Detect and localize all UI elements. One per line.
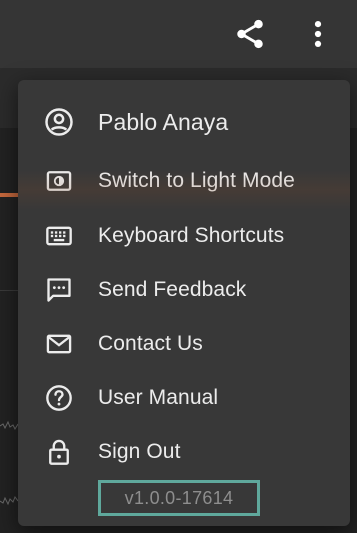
menu-item-user-manual[interactable]: User Manual [18, 372, 350, 424]
menu-item-label: Send Feedback [98, 278, 247, 301]
menu-item-switch-theme[interactable]: Switch to Light Mode [18, 155, 350, 207]
menu-item-label: Pablo Anaya [98, 108, 229, 135]
menu-item-profile[interactable]: Pablo Anaya [18, 96, 350, 148]
theme-toggle-icon [44, 166, 74, 196]
background-waveform [0, 495, 18, 506]
menu-item-send-feedback[interactable]: Send Feedback [18, 264, 350, 316]
background-accent-line [0, 193, 18, 197]
menu-item-label: User Manual [98, 386, 219, 409]
menu-item-sign-out[interactable]: Sign Out [18, 426, 350, 478]
more-vertical-icon [314, 20, 322, 48]
menu-item-contact-us[interactable]: Contact Us [18, 318, 350, 370]
app-window: Pablo Anaya Switch to Light Mode Keyboar… [0, 0, 357, 533]
help-icon [44, 383, 74, 413]
share-icon [237, 19, 263, 49]
menu-item-label: Sign Out [98, 440, 181, 463]
account-menu: Pablo Anaya Switch to Light Mode Keyboar… [18, 80, 350, 526]
mail-icon [44, 329, 74, 359]
share-button[interactable] [232, 16, 268, 52]
version-badge: v1.0.0-17614 [98, 480, 260, 516]
top-toolbar [0, 0, 357, 68]
menu-item-label: Contact Us [98, 332, 203, 355]
menu-item-label: Switch to Light Mode [98, 169, 295, 192]
background-waveform [0, 420, 18, 431]
menu-item-label: Keyboard Shortcuts [98, 224, 285, 247]
background-grid-line [0, 290, 18, 291]
more-options-button[interactable] [300, 16, 336, 52]
lock-icon [44, 437, 74, 467]
keyboard-icon [44, 221, 74, 251]
account-circle-icon [44, 107, 74, 137]
feedback-icon [44, 275, 74, 305]
menu-item-keyboard-shortcuts[interactable]: Keyboard Shortcuts [18, 210, 350, 262]
